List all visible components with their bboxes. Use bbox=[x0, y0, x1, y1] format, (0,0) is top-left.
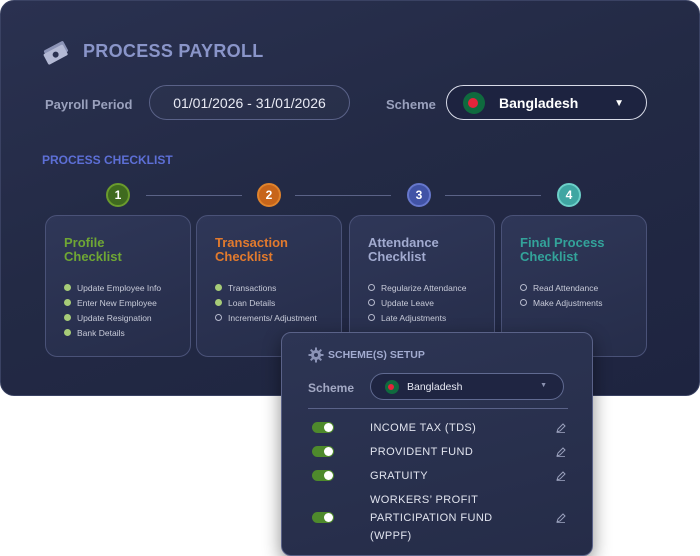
step-connector bbox=[146, 195, 242, 196]
checklist-item[interactable]: Read Attendance bbox=[520, 280, 602, 295]
check-dot-icon bbox=[215, 299, 222, 306]
edit-pencil-icon[interactable] bbox=[556, 447, 566, 457]
edit-pencil-icon[interactable] bbox=[556, 471, 566, 481]
provident-fund-toggle[interactable] bbox=[312, 446, 334, 457]
chevron-down-icon[interactable]: ▼ bbox=[614, 98, 624, 109]
empty-dot-icon bbox=[215, 314, 222, 321]
checklist-item[interactable]: Make Adjustments bbox=[520, 295, 602, 310]
check-dot-icon bbox=[215, 284, 222, 291]
bangladesh-flag-icon bbox=[463, 91, 485, 114]
wppf-toggle[interactable] bbox=[312, 512, 334, 523]
divider bbox=[308, 408, 568, 409]
step-3-indicator[interactable]: 3 bbox=[407, 183, 431, 207]
checklist-item[interactable]: Enter New Employee bbox=[64, 295, 161, 310]
scheme-setup-selected-value: Bangladesh bbox=[407, 380, 463, 393]
chevron-down-icon[interactable]: ▼ bbox=[540, 382, 547, 389]
checklist-item[interactable]: Update Employee Info bbox=[64, 280, 161, 295]
scheme-setup-title: SCHEME(S) SETUP bbox=[328, 349, 425, 361]
check-dot-icon bbox=[64, 284, 71, 291]
empty-dot-icon bbox=[520, 299, 527, 306]
fund-label: GRATUITY bbox=[370, 470, 428, 482]
fund-label: WORKERS’ PROFIT PARTICIPATION FUND (WPPF… bbox=[370, 494, 493, 542]
empty-dot-icon bbox=[520, 284, 527, 291]
payroll-period-field[interactable]: 01/01/2026 - 31/01/2026 bbox=[149, 85, 350, 120]
gear-icon bbox=[308, 347, 324, 363]
checklist-item[interactable]: Loan Details bbox=[215, 295, 317, 310]
scheme-select[interactable]: Bangladesh ▼ bbox=[446, 85, 647, 120]
check-dot-icon bbox=[64, 299, 71, 306]
checklist-items: Regularize Attendance Update Leave Late … bbox=[368, 280, 467, 325]
process-checklist-title: PROCESS CHECKLIST bbox=[42, 153, 173, 167]
page-title: PROCESS PAYROLL bbox=[83, 41, 264, 61]
money-icon bbox=[43, 41, 69, 65]
step-2-indicator[interactable]: 2 bbox=[257, 183, 281, 207]
checklist-items: Transactions Loan Details Increments/ Ad… bbox=[215, 280, 317, 325]
step-connector bbox=[295, 195, 391, 196]
gratuity-toggle[interactable] bbox=[312, 470, 334, 481]
step-4-indicator[interactable]: 4 bbox=[557, 183, 581, 207]
checklist-item[interactable]: Transactions bbox=[215, 280, 317, 295]
card-title: Transaction Checklist bbox=[215, 235, 288, 264]
card-title: Final Process Checklist bbox=[520, 235, 605, 264]
card-title: Attendance Checklist bbox=[368, 235, 439, 264]
scheme-setup-select[interactable]: Bangladesh ▼ bbox=[370, 373, 564, 400]
checklist-item[interactable]: Increments/ Adjustment bbox=[215, 310, 317, 325]
checklist-item[interactable]: Late Adjustments bbox=[368, 310, 467, 325]
fund-label: INCOME TAX (TDS) bbox=[370, 422, 477, 434]
checklist-item[interactable]: Update Resignation bbox=[64, 310, 161, 325]
bangladesh-flag-icon bbox=[385, 379, 399, 394]
checklist-item[interactable]: Regularize Attendance bbox=[368, 280, 467, 295]
scheme-selected-value: Bangladesh bbox=[499, 94, 579, 111]
empty-dot-icon bbox=[368, 299, 375, 306]
card-title: Profile Checklist bbox=[64, 235, 122, 264]
fund-label: PROVIDENT FUND bbox=[370, 446, 474, 458]
check-dot-icon bbox=[64, 314, 71, 321]
check-dot-icon bbox=[64, 329, 71, 336]
checklist-item[interactable]: Update Leave bbox=[368, 295, 467, 310]
edit-pencil-icon[interactable] bbox=[556, 513, 566, 523]
edit-pencil-icon[interactable] bbox=[556, 423, 566, 433]
checklist-item[interactable]: Bank Details bbox=[64, 325, 161, 340]
step-1-indicator[interactable]: 1 bbox=[106, 183, 130, 207]
checklist-items: Read Attendance Make Adjustments bbox=[520, 280, 602, 310]
checklist-items: Update Employee Info Enter New Employee … bbox=[64, 280, 161, 340]
scheme-setup-scheme-label: Scheme bbox=[308, 381, 355, 395]
scheme-label: Scheme bbox=[386, 97, 436, 112]
empty-dot-icon bbox=[368, 314, 375, 321]
step-connector bbox=[445, 195, 541, 196]
profile-checklist-card[interactable]: Profile Checklist Update Employee Info E… bbox=[45, 215, 191, 357]
income-tax-toggle[interactable] bbox=[312, 422, 334, 433]
scheme-setup-panel: SCHEME(S) SETUP Scheme Bangladesh ▼ INCO… bbox=[281, 332, 593, 556]
payroll-period-label: Payroll Period bbox=[45, 97, 133, 112]
empty-dot-icon bbox=[368, 284, 375, 291]
